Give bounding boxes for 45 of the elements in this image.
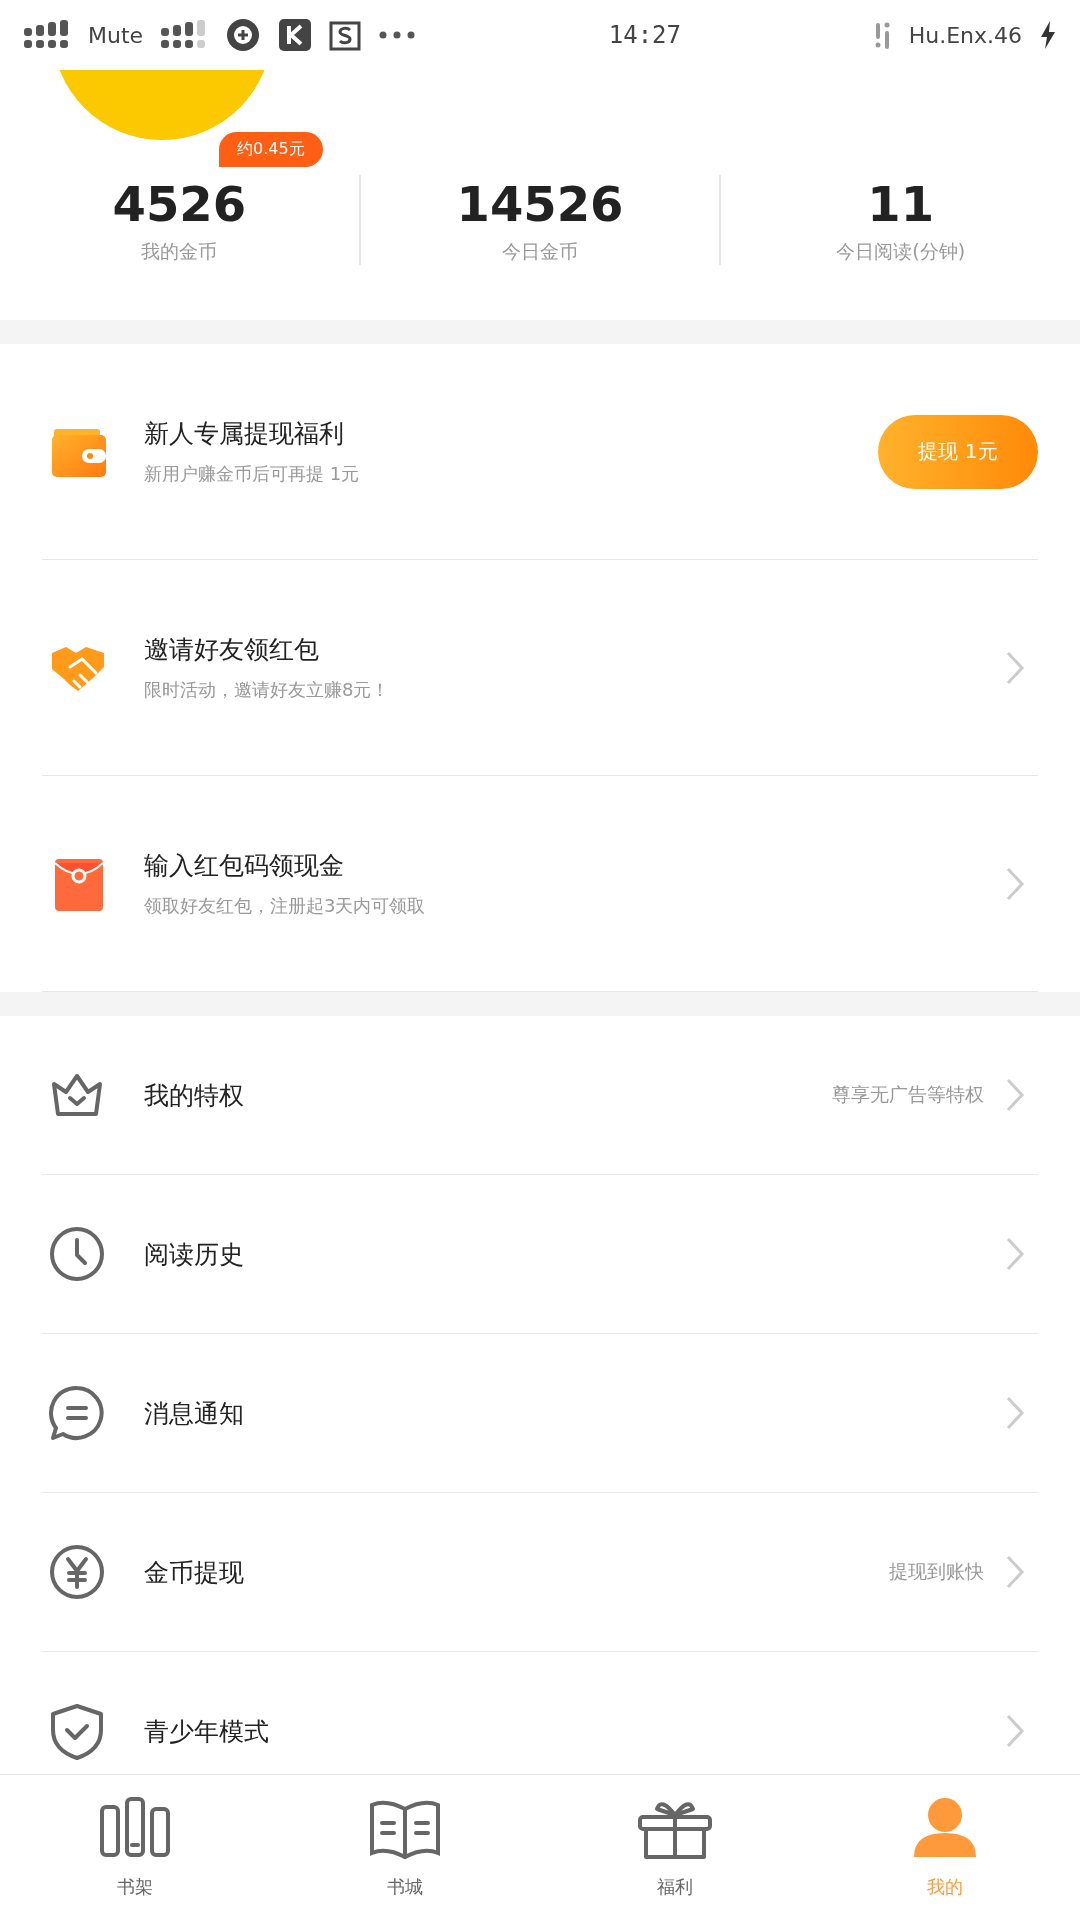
chevron-icon[interactable] [1004,1077,1026,1113]
alert-icon [874,21,891,49]
stat-value: 11 [867,175,935,233]
s-app-icon [329,19,362,51]
promo-subtitle: 领取好友红包，注册起3天内可领取 [144,894,427,918]
chevron-icon[interactable] [1004,865,1026,902]
menu-item[interactable]: 我的特权 [144,1078,832,1112]
signal-icon [24,20,70,50]
charging-icon [1040,21,1056,49]
reward-badge: 约0.45元 [219,132,323,167]
menu-item[interactable]: 青少年模式 [144,1714,1004,1748]
stat-value: 14526 [456,175,624,233]
menu-item[interactable]: 金币提现 [144,1555,889,1589]
mute-label: Mute [88,22,144,48]
chevron-icon[interactable] [1004,1236,1026,1272]
nav-tab[interactable]: 福利 [540,1775,810,1920]
stat-label: 今日金币 [502,239,578,264]
k-app-icon [279,19,312,51]
chevron-icon[interactable] [1004,649,1026,686]
stat-label: 今日阅读(分钟) [836,239,966,264]
promo-title: 邀请好友领红包 [144,634,320,666]
promo-title: 输入红包码领现金 [144,850,345,882]
stat-label: 我的金币 [141,239,218,264]
menu-item[interactable]: 阅读历史 [144,1237,1004,1271]
promo-subtitle: 新用户赚金币后可再提 1元 [144,462,361,486]
promo-title: 新人专属提现福利 [144,418,345,450]
clock-icon [48,1225,106,1283]
chevron-icon[interactable] [1004,1713,1026,1749]
menu-note: 提现到账快 [889,1559,984,1584]
more-icon [379,31,416,39]
chevron-icon[interactable] [1004,1554,1026,1590]
chat-bubble-icon [48,1384,106,1442]
plus-circle-icon [225,17,262,53]
signal-icon [161,20,208,50]
stat-value: 4526 [112,175,247,233]
clock-time: 14:27 [607,21,682,49]
nav-tab[interactable]: 书城 [270,1775,540,1920]
nav-tab[interactable]: 书架 [0,1775,270,1920]
menu-note: 尊享无广告等特权 [832,1082,984,1107]
yen-coin-icon [48,1543,106,1601]
chevron-icon[interactable] [1004,1395,1026,1431]
menu-item[interactable]: 消息通知 [144,1396,1004,1430]
carrier-label: Hu.Enx.46 [908,22,1022,48]
shield-icon [48,1702,106,1760]
promo-subtitle: 限时活动，邀请好友立赚8元！ [144,678,391,702]
